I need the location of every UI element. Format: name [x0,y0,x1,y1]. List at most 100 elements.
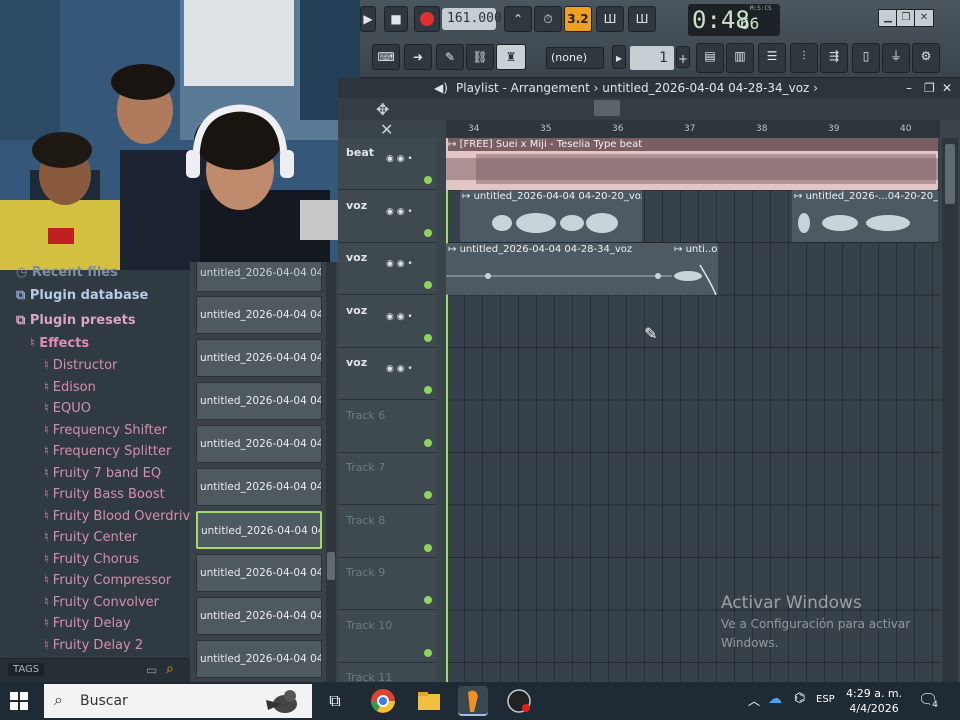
voz-clip-2b[interactable]: ↦ unti..oz [672,243,718,295]
file-explorer-icon[interactable] [414,686,444,716]
track-enable-led[interactable] [424,438,432,447]
browser-icon[interactable]: ⇶ [820,43,848,73]
recent-files[interactable]: ◷ Recent files [16,265,118,286]
track-enable-led[interactable] [424,386,432,394]
track-header[interactable]: voz ◉ ◉ • [338,191,436,243]
step-edit-button[interactable]: Ш [596,6,624,32]
track-header[interactable]: voz ◉ ◉ • [338,348,436,400]
effect-item[interactable]: ♮ Fruity Delay [44,616,131,637]
clip-item[interactable]: untitled_2026-04-04 04-... [196,296,322,334]
tags-label[interactable]: TAGS [8,663,45,676]
clip-item-partial[interactable]: untitled_2026-04-04 04- [196,262,322,292]
track-header[interactable]: Track 10 [338,611,436,663]
playlist-hscroll[interactable] [594,100,620,116]
add-pattern-button[interactable]: + [676,46,690,68]
effect-item[interactable]: ♮ EQUO [44,401,91,422]
track-enable-led[interactable] [424,543,432,552]
track-enable-led[interactable] [424,228,432,237]
plugin-database[interactable]: ⧉ Plugin database [16,288,148,309]
snap-icon[interactable]: ✥ [376,100,389,119]
link-icon[interactable]: ⛓ [466,44,494,70]
track-enable-led[interactable] [424,491,432,499]
close-button[interactable]: ✕ [914,9,934,27]
track-controls-icon[interactable]: ◉ ◉ • [386,312,413,322]
effect-item[interactable]: ♮ Frequency Shifter [44,423,167,444]
voz-clip-2a[interactable]: ↦ untitled_2026-04-04 04-28-34_voz [446,243,672,295]
settings-icon[interactable]: ⚙ [912,43,940,73]
pattern-selector[interactable]: (none) [546,47,604,69]
chrome-icon[interactable] [368,686,398,716]
keyboard-icon[interactable]: ⌨ [372,44,400,70]
onedrive-icon[interactable]: ☁ [768,691,782,707]
chevron-up-icon[interactable]: ︿ [748,692,760,709]
clip-item[interactable]: untitled_2026-04-04 04-... [196,339,322,377]
restore-icon[interactable]: ❐ [924,78,935,98]
beat-clip[interactable]: ↦ [FREE] Suei x Miji - Teselia Type beat [446,138,938,190]
clip-item[interactable]: untitled_2026-04-04 04-... [196,554,322,592]
effect-item[interactable]: ♮ Fruity Blood Overdrive [44,509,198,530]
vscroll-thumb[interactable] [945,144,955,204]
track-enable-led[interactable] [424,281,432,289]
brush-icon[interactable]: ✎ [436,44,464,70]
track-enable-led[interactable] [424,648,432,657]
clip-item[interactable]: untitled_2026-04-04 04-... [196,640,322,678]
track-controls-icon[interactable]: ◉ ◉ • [386,259,413,269]
voz-clip-1a[interactable]: ↦ untitled_2026-04-04 04-20-20_voz [460,190,642,242]
taskbar-search[interactable]: ⌕ Buscar [44,684,312,718]
track-controls-icon[interactable]: ◉ ◉ • [386,207,413,217]
clip-item[interactable]: untitled_2026-04-04 04-... [196,425,322,463]
speaker-icon[interactable]: ◀) [434,78,448,98]
start-button[interactable] [10,692,28,710]
arrow-right-icon[interactable]: ➜ [404,44,432,70]
clip-item[interactable]: untitled_2026-04-04 04-... [196,468,322,506]
folder-icon[interactable]: ▭ [146,663,157,677]
clip-item[interactable]: untitled_2026-04-04 04-... [196,597,322,635]
wait-input-button[interactable]: ⏱ [534,6,562,32]
channel-rack-icon[interactable]: ☰ [758,43,786,73]
effect-item[interactable]: ♮ Fruity 7 band EQ [44,466,161,487]
network-icon[interactable]: ⌬ [794,691,805,706]
track-controls-icon[interactable]: ◉ ◉ • [386,154,413,164]
taskbar-clock[interactable]: 4:29 a. m. 4/4/2026 [846,686,902,716]
time-display[interactable]: 0:48 M:S:CS 66 [688,4,780,36]
task-view-icon[interactable]: ⧉ [320,686,350,716]
playhead[interactable] [446,138,448,682]
track-header[interactable]: Track 7 [338,453,436,505]
file-icon[interactable]: ▯ [852,43,880,73]
effect-item[interactable]: ♮ Edison [44,380,96,401]
plugin-presets[interactable]: ⧉ Plugin presets [16,313,136,334]
close-icon[interactable]: ✕ [942,78,952,98]
timeline-ruler[interactable]: 34 35 36 37 38 39 40 [446,120,940,138]
track-header[interactable]: beat ◉ ◉ • [338,138,436,190]
effect-item[interactable]: ♮ Fruity Bass Boost [44,487,165,508]
play-button[interactable]: ▶ [360,6,376,32]
search-icon[interactable]: ⌕ [166,661,174,677]
effect-item[interactable]: ♮ Fruity Convolver [44,595,159,616]
playlist-icon[interactable]: ▤ [696,43,724,73]
language-indicator[interactable]: ESP [816,694,835,705]
tempo-display[interactable]: 161.000 [442,8,502,30]
maximize-button[interactable]: ❐ [896,9,916,27]
effect-item[interactable]: ♮ Frequency Splitter [44,444,171,465]
track-header[interactable]: Track 8 [338,506,436,558]
track-header[interactable]: voz ◉ ◉ • [338,243,436,295]
fl-studio-icon[interactable] [458,686,488,716]
cliplist-scrollbar[interactable] [326,262,336,682]
effects-folder[interactable]: ♮ Effects [30,336,89,357]
track-enable-led[interactable] [424,333,432,342]
mixer-icon[interactable]: ⫶ [790,43,818,73]
metronome-button[interactable]: ⌃ [504,6,532,32]
clip-item[interactable]: untitled_2026-04-04 04-... [196,511,322,549]
loop-record-button[interactable]: Ш [628,6,656,32]
close-tracks-icon[interactable]: ✕ [380,120,393,139]
track-controls-icon[interactable]: ◉ ◉ • [386,364,413,374]
plugin-icon[interactable]: ⏚ [882,43,910,73]
effect-item[interactable]: ♮ Fruity Delay 2 [44,638,143,659]
piano-roll-icon[interactable]: ▥ [726,43,754,73]
record-button[interactable] [414,6,440,32]
voz-clip-1b[interactable]: ↦ untitled_2026-...04-20-20_voz [792,190,938,242]
clip-item[interactable]: untitled_2026-04-04 04-... [196,382,322,420]
effect-item[interactable]: ♮ Fruity Compressor [44,573,171,594]
track-enable-led[interactable] [424,596,432,604]
track-header[interactable]: voz ◉ ◉ • [338,296,436,348]
